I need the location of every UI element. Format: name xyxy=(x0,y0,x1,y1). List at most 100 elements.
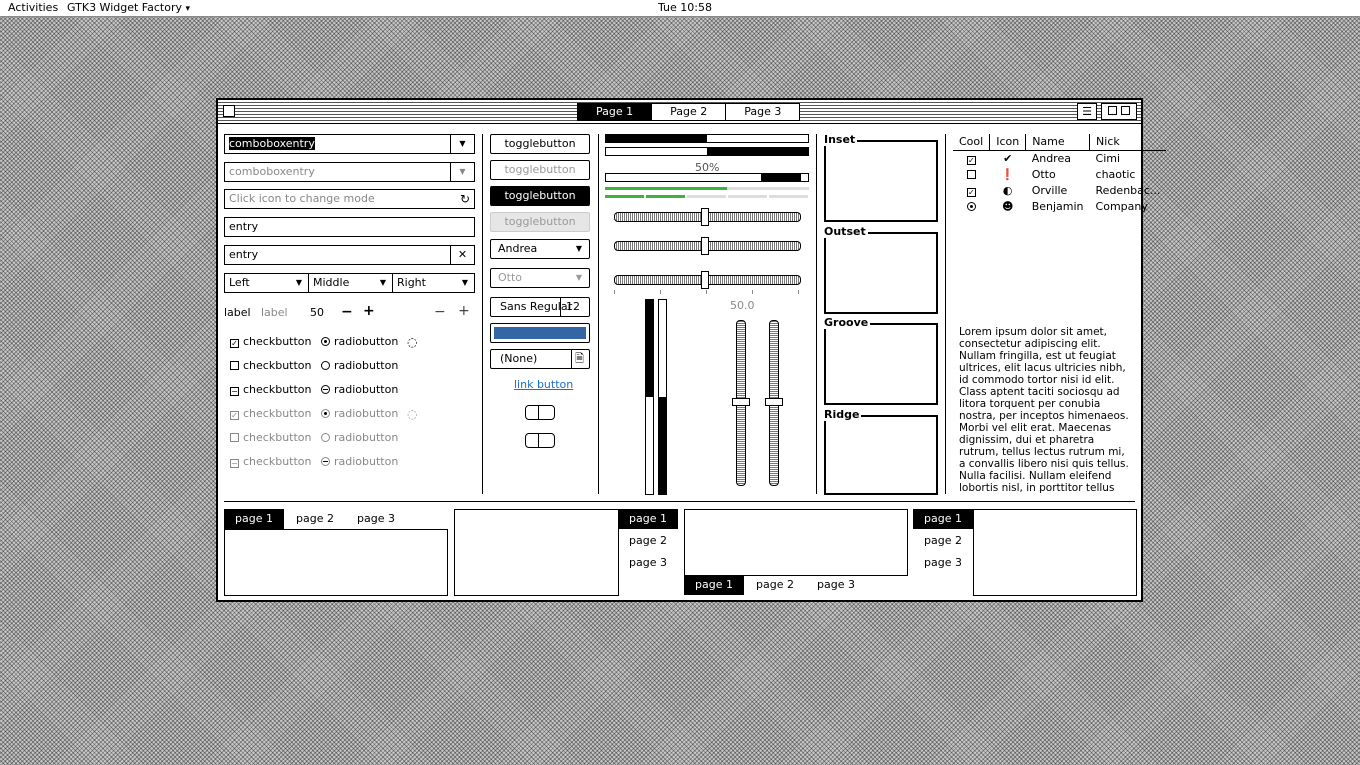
chevron-down-icon[interactable]: ▼ xyxy=(450,163,474,181)
checkbox-icon[interactable]: ✓ xyxy=(966,187,976,197)
hscale-1[interactable] xyxy=(614,208,801,226)
icon-entry[interactable]: Click icon to change mode ↻ xyxy=(224,189,475,209)
plus-button-2[interactable]: + xyxy=(458,303,470,319)
row-nick: Company xyxy=(1095,199,1148,213)
checkbox-icon xyxy=(230,433,239,442)
vscale-1[interactable] xyxy=(732,320,750,486)
notebook3-tab-3[interactable]: page 3 xyxy=(806,575,866,595)
togglebutton-4: togglebutton xyxy=(490,212,590,232)
hscale-3[interactable] xyxy=(614,271,801,289)
row-name: Orville xyxy=(1031,183,1068,197)
spin-value[interactable]: 50 xyxy=(310,306,324,319)
spinner-icon-disabled: ◌ xyxy=(407,407,418,421)
column-icon[interactable]: Icon xyxy=(989,134,1027,151)
notebook2-tab-2[interactable]: page 2 xyxy=(618,531,678,551)
file-chooser-button[interactable]: (None) 🗎 xyxy=(490,349,590,369)
minus-button[interactable]: − xyxy=(341,304,353,320)
stack-page-3[interactable]: Page 3 xyxy=(726,104,799,120)
layout-icon xyxy=(1108,106,1118,115)
activities-button[interactable]: Activities xyxy=(8,1,58,14)
radio-icon[interactable] xyxy=(966,201,976,211)
combo-andrea[interactable]: Andrea ▼ xyxy=(490,239,590,259)
app-menu[interactable]: GTK3 Widget Factory ▾ xyxy=(67,1,190,14)
tree-row[interactable]: ✓ ◐ Orville Redenbac... xyxy=(953,182,1166,198)
togglebutton-1[interactable]: togglebutton xyxy=(490,134,590,154)
entry-clear-field[interactable]: entry ✕ xyxy=(224,245,475,265)
notebook2-tab-1[interactable]: page 1 xyxy=(618,509,678,529)
header-checkbox[interactable] xyxy=(223,105,235,117)
slider-knob[interactable] xyxy=(701,237,709,255)
checkbutton-label: checkbutton xyxy=(243,455,312,468)
checkbutton-label: checkbutton xyxy=(243,431,312,444)
clock[interactable]: Tue 10:58 xyxy=(658,1,712,14)
comboboxentry-1[interactable]: comboboxentry ▼ xyxy=(224,134,475,154)
vscale-2[interactable] xyxy=(765,320,783,486)
checkbutton-unchecked[interactable]: checkbutton xyxy=(230,359,312,372)
header-bar: Page 1 Page 2 Page 3 ☰ xyxy=(218,100,1141,124)
combo-andrea-label: Andrea xyxy=(498,242,538,255)
tree-row[interactable]: ✓ ✔ Andrea Cimi xyxy=(953,150,1166,166)
row-nick: Cimi xyxy=(1095,151,1121,165)
link-button[interactable]: link button xyxy=(514,378,573,391)
slider-knob[interactable] xyxy=(732,398,750,406)
chevron-down-icon[interactable]: ▼ xyxy=(450,135,474,153)
hscale-2[interactable] xyxy=(614,237,801,255)
entry-text: entry xyxy=(229,220,259,233)
refresh-icon[interactable]: ↻ xyxy=(460,190,470,208)
tree-row[interactable]: ❗ Otto chaotic xyxy=(953,166,1166,182)
color-button[interactable] xyxy=(490,323,590,343)
stack-page-1[interactable]: Page 1 xyxy=(578,104,653,120)
entry-field[interactable]: entry xyxy=(224,217,475,237)
column-nick[interactable]: Nick xyxy=(1089,134,1167,151)
notebook2-tab-3[interactable]: page 3 xyxy=(618,553,678,573)
plus-button[interactable]: + xyxy=(363,303,375,319)
text-view[interactable]: Lorem ipsum dolor sit amet, consectetur … xyxy=(959,326,1133,494)
clear-icon[interactable]: ✕ xyxy=(450,246,474,264)
slider-knob[interactable] xyxy=(701,208,709,226)
tree-view[interactable]: Cool Icon Name Nick ✓ ✔ Andrea Cimi ❗ Otto ch… xyxy=(953,134,1167,214)
color-swatch xyxy=(494,327,586,339)
slider-knob[interactable] xyxy=(765,398,783,406)
layout-buttons[interactable] xyxy=(1101,103,1137,120)
togglebutton-3[interactable]: togglebutton xyxy=(490,186,590,206)
column-cool[interactable]: Cool xyxy=(953,134,991,151)
checkbutton-unchecked-disabled: checkbutton xyxy=(230,431,312,444)
half-moon-icon: ◐ xyxy=(1002,183,1013,197)
notebook4-tab-3[interactable]: page 3 xyxy=(913,553,973,573)
notebook3-page xyxy=(684,509,908,576)
checkbox-icon xyxy=(230,361,239,370)
checkbutton-checked[interactable]: ✓ checkbutton xyxy=(230,335,312,348)
notebook3-tab-1[interactable]: page 1 xyxy=(684,575,744,595)
checkbox-icon[interactable] xyxy=(966,169,976,179)
radiobutton-mixed[interactable]: radiobutton xyxy=(321,383,398,396)
combo-left[interactable]: Left ▼ xyxy=(224,273,309,293)
entry-clear-text: entry xyxy=(229,248,259,261)
notebook1-tab-2[interactable]: page 2 xyxy=(285,509,345,529)
menu-icon[interactable]: ☰ xyxy=(1077,103,1097,120)
switch-2[interactable] xyxy=(525,433,555,448)
checkbutton-label: checkbutton xyxy=(243,383,312,396)
radiobutton-label: radiobutton xyxy=(334,431,399,444)
radiobutton-on[interactable]: radiobutton xyxy=(321,335,398,348)
slider-knob[interactable] xyxy=(701,271,709,289)
combo-right-label: Right xyxy=(397,276,426,289)
tree-row[interactable]: ☻ Benjamin Company xyxy=(953,198,1166,214)
combo-right[interactable]: Right ▼ xyxy=(392,273,475,293)
minus-button-2[interactable]: − xyxy=(434,304,446,320)
notebook1-tab-1[interactable]: page 1 xyxy=(224,509,284,529)
notebook3-tab-2[interactable]: page 2 xyxy=(745,575,805,595)
combo-middle[interactable]: Middle ▼ xyxy=(308,273,393,293)
notebook4-tab-1[interactable]: page 1 xyxy=(913,509,973,529)
combo1-text: comboboxentry xyxy=(229,137,315,150)
radio-icon xyxy=(321,385,330,394)
radiobutton-off[interactable]: radiobutton xyxy=(321,359,398,372)
notebook1-tab-3[interactable]: page 3 xyxy=(346,509,406,529)
column-name[interactable]: Name xyxy=(1025,134,1091,151)
stack-page-2[interactable]: Page 2 xyxy=(652,104,727,120)
notebook4-tab-2[interactable]: page 2 xyxy=(913,531,973,551)
font-button[interactable]: Sans Regular 12 xyxy=(490,297,590,317)
switch-1[interactable] xyxy=(525,405,555,420)
comboboxentry-2[interactable]: comboboxentry ▼ xyxy=(224,162,475,182)
checkbutton-mixed[interactable]: − checkbutton xyxy=(230,383,312,396)
checkbox-icon[interactable]: ✓ xyxy=(966,155,976,165)
